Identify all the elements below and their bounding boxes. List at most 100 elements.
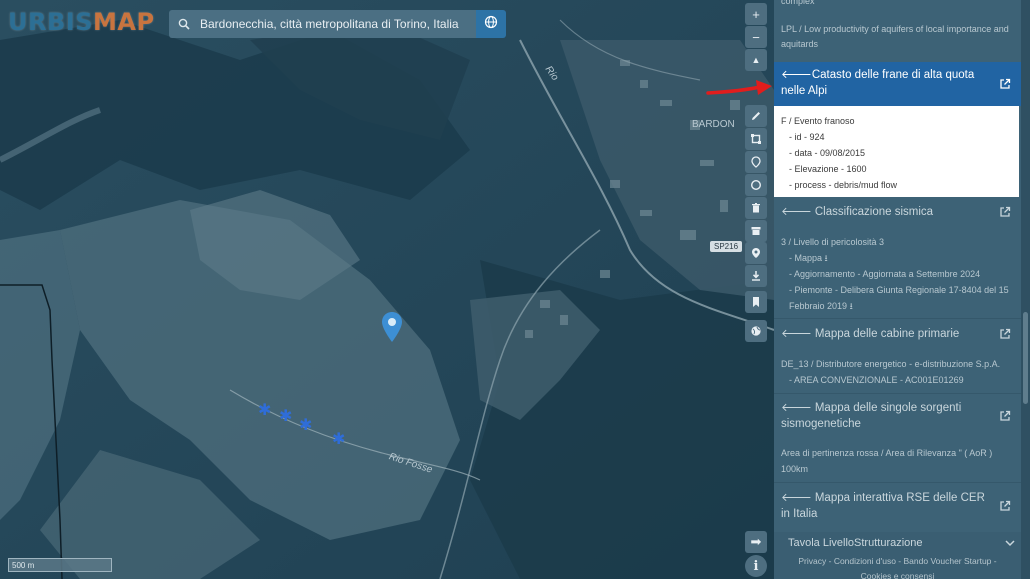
bookmark-icon: [753, 297, 759, 307]
polygon-icon: [751, 134, 761, 144]
panel-snippet-lpl: LPL / Low productivity of aquifers of lo…: [781, 24, 1009, 49]
sismica-line-level: 3 / Livello di pericolosità 3: [781, 237, 885, 247]
section-body-sismica: 3 / Livello di pericolosità 3 - Mappa ⭳ …: [781, 234, 1017, 314]
draw-circle-button[interactable]: [745, 174, 767, 196]
sismica-line-mappa[interactable]: - Mappa ⭳: [781, 250, 1017, 266]
panel-scrollbar[interactable]: [1021, 0, 1030, 579]
bookmark-button[interactable]: [745, 291, 767, 313]
condizioni-link[interactable]: Condizioni d'uso: [834, 556, 896, 566]
chevron-down-icon[interactable]: [1005, 539, 1015, 547]
cabine-line-area: - AREA CONVENZIONALE - AC001E01269: [789, 375, 964, 385]
info-button[interactable]: i: [745, 555, 767, 577]
search-icon: [172, 18, 196, 30]
footer-links: Privacy - Condizioni d'uso - Bando Vouch…: [774, 554, 1021, 579]
section-body-cabine: DE_13 / Distributore energetico - e-dist…: [781, 356, 1017, 388]
sismica-line-piemonte[interactable]: - Piemonte - Delibera Giunta Regionale 1…: [781, 282, 1017, 314]
bando-link[interactable]: Bando Voucher Startup: [904, 556, 992, 566]
store-icon: [751, 227, 761, 235]
section-title-sismica: Classificazione sismica: [814, 206, 934, 218]
landslide-point-star-icon[interactable]: ✱: [258, 403, 271, 419]
landslide-point-star-icon[interactable]: ✱: [279, 409, 292, 425]
zoom-out-button[interactable]: −: [745, 26, 767, 48]
sismica-line-aggiornamento: - Aggiornamento - Aggiornata a Settembre…: [789, 269, 981, 279]
marker-outline-icon: [751, 156, 761, 168]
arrow-left-icon: 🡐: [781, 492, 812, 504]
external-link-icon[interactable]: [999, 206, 1011, 218]
privacy-link[interactable]: Privacy: [798, 556, 826, 566]
external-link-icon[interactable]: [999, 78, 1011, 90]
trash-icon: [752, 203, 760, 213]
download-icon: [752, 271, 760, 281]
expand-panel-button[interactable]: ➡: [745, 531, 767, 553]
section-body-catasto: F / Evento franoso - id - 924 - data - 0…: [774, 106, 1019, 197]
scrollbar-thumb[interactable]: [1023, 312, 1028, 404]
north-arrow-icon: ▲: [751, 55, 761, 65]
circle-icon: [750, 179, 762, 191]
cookies-link[interactable]: Cookies e consensi: [861, 571, 935, 579]
divider: [774, 482, 1021, 483]
section-header-cabine[interactable]: 🡐 Mappa delle cabine primarie: [774, 326, 1021, 342]
catasto-line-date: - data - 09/08/2015: [789, 148, 866, 158]
logo-text-map: MAP: [92, 8, 155, 36]
reset-north-button[interactable]: ▲: [745, 49, 767, 71]
basemap-button[interactable]: [745, 320, 767, 342]
info-panel[interactable]: complex LPL / Low productivity of aquife…: [774, 0, 1021, 579]
panel-footer: Tavola LivelloStrutturazione Privacy - C…: [774, 532, 1021, 579]
annotation-red-arrow-icon: [706, 78, 774, 105]
map-pin-icon: [752, 248, 760, 258]
draw-line-button[interactable]: [745, 105, 767, 127]
arrow-left-icon: 🡐: [781, 69, 812, 81]
sismica-mappa-label: - Mappa: [789, 253, 823, 263]
layers-store-button[interactable]: [745, 220, 767, 242]
info-icon: i: [753, 558, 759, 574]
sorgenti-line-area: Area di pertinenza rossa / Area di Rilev…: [781, 448, 993, 474]
external-link-icon[interactable]: [999, 500, 1011, 512]
catasto-line-type: F / Evento franoso: [781, 116, 855, 126]
catasto-line-process: - process - debris/mud flow: [789, 180, 898, 190]
map-viewport[interactable]: URBISMAP Rio BARDON Rio Fosse SP216 500 …: [0, 0, 774, 579]
download-small-icon: ⭳: [824, 253, 828, 263]
location-marker-icon[interactable]: [381, 311, 403, 348]
search-bar: [169, 10, 476, 38]
section-header-catasto[interactable]: 🡐Catasto delle frane di alta quota nelle…: [774, 62, 1021, 106]
divider: [774, 318, 1021, 319]
download-small-icon: ⭳: [849, 301, 853, 311]
draw-polygon-button[interactable]: [745, 128, 767, 150]
place-pin-button[interactable]: [745, 242, 767, 264]
tavola-dropdown-label[interactable]: Tavola LivelloStrutturazione: [788, 537, 923, 549]
arrow-left-icon: 🡐: [781, 328, 812, 340]
separator: -: [993, 556, 997, 566]
map-scale-bar: 500 m: [8, 558, 112, 572]
cabine-line-distributore: DE_13 / Distributore energetico - e-dist…: [781, 359, 1001, 369]
catasto-line-id: - id - 924: [789, 132, 825, 142]
arrow-left-icon: 🡐: [781, 206, 812, 218]
globe-button[interactable]: [476, 10, 506, 38]
arrow-right-icon: ➡: [750, 534, 762, 549]
sismica-piemonte-label: - Piemonte - Delibera Giunta Regionale 1…: [789, 285, 1009, 311]
globe-icon: [484, 15, 498, 34]
landslide-point-star-icon[interactable]: ✱: [299, 418, 312, 434]
zoom-in-button[interactable]: +: [745, 3, 767, 25]
landslide-point-star-icon[interactable]: ✱: [332, 432, 345, 448]
panel-snippet-complex: complex: [781, 0, 815, 6]
arrow-left-icon: 🡐: [781, 402, 812, 414]
external-link-icon[interactable]: [999, 410, 1011, 422]
section-header-sismica[interactable]: 🡐 Classificazione sismica: [774, 204, 1021, 220]
app-root: URBISMAP Rio BARDON Rio Fosse SP216 500 …: [0, 0, 1030, 579]
minus-icon: −: [752, 29, 760, 45]
section-header-rse[interactable]: 🡐 Mappa interattiva RSE delle CER in Ital…: [774, 490, 1021, 522]
section-body-sorgenti: Area di pertinenza rossa / Area di Rilev…: [781, 445, 1017, 477]
external-link-icon[interactable]: [999, 328, 1011, 340]
delete-button[interactable]: [745, 197, 767, 219]
map-place-label: BARDON: [692, 119, 735, 130]
section-header-sorgenti[interactable]: 🡐 Mappa delle singole sorgenti sismogenet…: [774, 400, 1021, 432]
plus-icon: +: [752, 6, 760, 22]
download-button[interactable]: [745, 265, 767, 287]
satellite-terrain: [0, 0, 774, 579]
divider: [774, 393, 1021, 394]
search-input[interactable]: [196, 17, 476, 31]
urbismap-logo[interactable]: URBISMAP: [8, 8, 155, 36]
road-badge-sp216: SP216: [710, 241, 743, 252]
catasto-line-elevation: - Elevazione - 1600: [789, 164, 867, 174]
draw-marker-button[interactable]: [745, 151, 767, 173]
